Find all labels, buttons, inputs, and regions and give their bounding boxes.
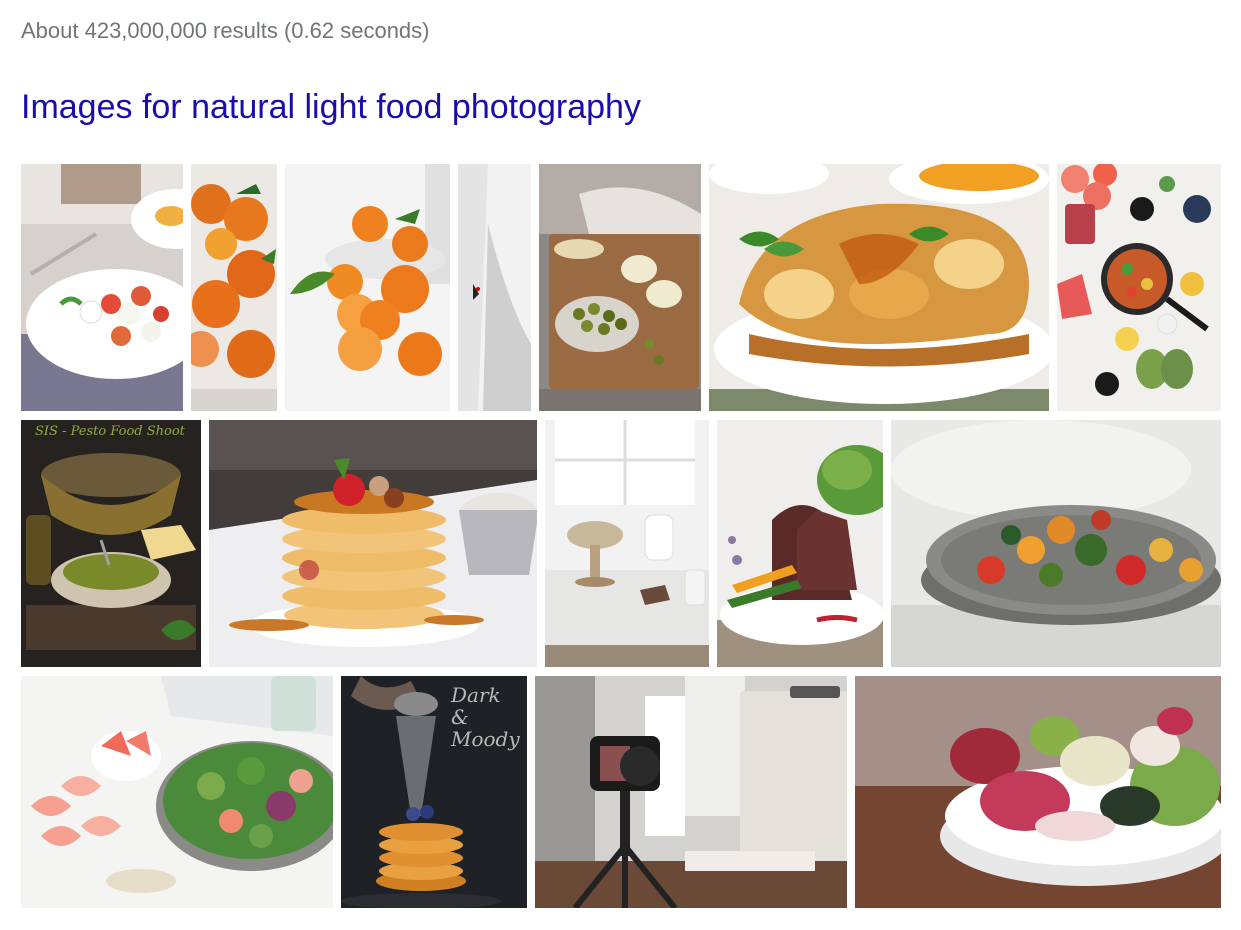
- cake-stand-table-image[interactable]: [545, 420, 709, 667]
- caprese-salad-plate-image[interactable]: [21, 164, 183, 411]
- images-heading-link[interactable]: Images for natural light food photograph…: [21, 88, 641, 127]
- roasted-vegetables-bowl-image[interactable]: [891, 420, 1221, 667]
- overhead-breakfast-image[interactable]: [1057, 164, 1221, 411]
- dark-and-moody-pancakes-image[interactable]: Dark & Moody: [341, 676, 527, 908]
- tangerines-basket-image[interactable]: [191, 164, 277, 411]
- dark-moody-overlay-text: Dark & Moody: [451, 683, 520, 751]
- white-fabric-image[interactable]: [458, 164, 531, 411]
- salad-bowl-wood-image[interactable]: [855, 676, 1221, 908]
- pesto-overlay-text: SIS - Pesto Food Shoot: [35, 424, 185, 439]
- french-toast-image[interactable]: [709, 164, 1049, 411]
- result-stats: About 423,000,000 results (0.62 seconds): [21, 18, 430, 43]
- pancake-stack-image[interactable]: [209, 420, 537, 667]
- grapefruit-salad-image[interactable]: [21, 676, 333, 908]
- camera-tripod-setup-image[interactable]: [535, 676, 847, 908]
- pesto-food-shoot-image[interactable]: SIS - Pesto Food Shoot: [21, 420, 201, 667]
- olives-board-image[interactable]: [539, 164, 701, 411]
- oranges-on-white-image[interactable]: [285, 164, 450, 411]
- lamb-chops-image[interactable]: [717, 420, 883, 667]
